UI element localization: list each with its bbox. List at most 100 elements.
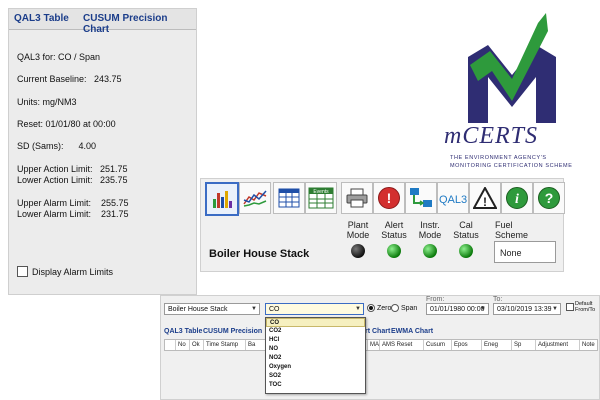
column-header[interactable]: Ba [245, 340, 265, 350]
column-header[interactable]: Sp [511, 340, 535, 350]
display-alarm-limits-checkbox[interactable]: Display Alarm Limits [17, 266, 113, 277]
plant-mode-label: Plant Mode [346, 220, 370, 240]
instr-mode-indicator [423, 244, 437, 258]
printer-icon [346, 188, 368, 208]
column-header[interactable]: MA [367, 340, 379, 350]
mcerts-tagline-1: THE ENVIRONMENT AGENCY'S [450, 155, 547, 161]
qal3-icon: QAL3 [439, 194, 467, 206]
default-label-2: From/To [575, 307, 596, 313]
to-date-field[interactable]: 03/10/2019 13:39 ▼ [493, 303, 561, 315]
events-button[interactable]: Events [305, 182, 337, 214]
dropdown-option[interactable]: NO2 [266, 354, 365, 363]
warning-icon: ! [473, 187, 497, 209]
mcerts-chevron-mark [468, 13, 556, 123]
column-header[interactable]: No [175, 340, 189, 350]
pollutant-select[interactable]: CO ▼ [265, 303, 364, 315]
tab-cusum-precision-chart[interactable]: CUSUM Precision Chart [83, 13, 196, 35]
pollutant-dropdown-list: CO CO2 HCl NO NO2 Oxygen SO2 TOC [265, 317, 366, 394]
span-radio-button[interactable] [391, 304, 399, 312]
column-header[interactable]: Cusum [423, 340, 451, 350]
default-from-to-checkbox[interactable] [566, 303, 574, 311]
fuel-scheme-field[interactable]: None [494, 241, 556, 263]
to-label: To: [493, 296, 503, 303]
print-button[interactable] [341, 182, 373, 214]
instr-mode-label: Instr. Mode [418, 220, 442, 240]
column-header[interactable]: Adjustment [535, 340, 579, 350]
dropdown-option[interactable]: HCl [266, 336, 365, 345]
data-grid-panel: Boiler House Stack ▼ CO ▼ Zero Span From… [160, 295, 600, 400]
tab-qal3-table[interactable]: QAL3 Table [14, 13, 69, 24]
main-toolbar-panel: Events ! QAL3 ! i ? Boiler House Stack P… [200, 178, 565, 272]
info-icon-glyph: i [515, 192, 519, 207]
dropdown-option[interactable]: TOC [266, 381, 365, 390]
alert-status-indicator [387, 244, 401, 258]
help-icon-glyph: ? [545, 190, 554, 206]
table-view-button[interactable] [273, 182, 305, 214]
dropdown-option[interactable]: SO2 [266, 372, 365, 381]
events-icon-label: Events [313, 189, 329, 195]
info-button[interactable]: i [501, 182, 533, 214]
fuel-scheme-label: Fuel Scheme [495, 220, 529, 240]
qal3-icon-label: QAL3 [439, 194, 467, 206]
from-date-value: 01/01/1980 00:00 [430, 306, 485, 313]
grid-tab-strip: QAL3 Table CUSUM Precision rt Chart EWMA… [161, 328, 599, 338]
checkbox-box[interactable] [17, 266, 28, 277]
chevron-down-icon[interactable]: ▼ [551, 305, 559, 313]
warning-icon-glyph: ! [483, 195, 487, 209]
alert-icon-glyph: ! [387, 190, 392, 206]
stack-select[interactable]: Boiler House Stack ▼ [164, 303, 260, 315]
help-button[interactable]: ? [533, 182, 565, 214]
reset-label: Reset: 01/01/80 at 00:00 [17, 119, 116, 129]
network-icon [410, 188, 432, 207]
dropdown-option[interactable]: NO [266, 345, 365, 354]
dropdown-option[interactable]: CO2 [266, 327, 365, 336]
from-label: From: [426, 296, 445, 303]
info-icon: i [506, 187, 528, 209]
checkbox-box[interactable] [566, 303, 574, 311]
column-header[interactable]: Eneg [481, 340, 511, 350]
default-from-to-label: Default From/To [575, 301, 595, 313]
qal3-button[interactable]: QAL3 [437, 182, 469, 214]
chevron-down-icon[interactable]: ▼ [250, 305, 258, 313]
column-header[interactable]: AMS Reset [379, 340, 423, 350]
span-label: Span [400, 304, 418, 312]
chevron-down-icon[interactable]: ▼ [354, 305, 362, 313]
to-date-value: 03/10/2019 13:39 [497, 306, 552, 313]
stack-title: Boiler House Stack [209, 248, 310, 260]
tab-cusum-precision[interactable]: CUSUM Precision [203, 328, 262, 335]
column-header[interactable]: Epos [451, 340, 481, 350]
line-chart-icon [243, 190, 267, 207]
current-baseline: Current Baseline: 243.75 [17, 74, 122, 84]
tab-qal3-table[interactable]: QAL3 Table [164, 328, 202, 335]
units-label: Units: mg/NM3 [17, 97, 77, 107]
column-header[interactable]: Note [579, 340, 597, 350]
span-radio[interactable]: Span [391, 304, 417, 312]
tab-chart[interactable]: rt Chart [365, 328, 390, 335]
warning-button[interactable]: ! [469, 182, 501, 214]
lower-alarm-limit: Lower Alarm Limit: 231.75 [17, 209, 129, 219]
from-date-field[interactable]: 01/01/1980 00:00 ▼ [426, 303, 489, 315]
alert-icon: ! [378, 187, 400, 209]
zero-radio[interactable]: Zero [367, 304, 391, 312]
line-chart-button[interactable] [239, 182, 271, 214]
bar-chart-button[interactable] [205, 182, 239, 216]
tab-ewma-chart[interactable]: EWMA Chart [391, 328, 433, 335]
mcerts-logo: mCERTS THE ENVIRONMENT AGENCY'S MONITORI… [430, 5, 600, 180]
column-header[interactable]: Ok [189, 340, 203, 350]
chevron-down-icon[interactable]: ▼ [479, 305, 487, 313]
mcerts-tagline-2: MONITORING CERTIFICATION SCHEME [450, 163, 573, 169]
qal3-tab-strip: QAL3 Table CUSUM Precision Chart [9, 9, 196, 35]
column-header[interactable]: Time Stamp [203, 340, 245, 350]
zero-radio-button[interactable] [367, 304, 375, 312]
pollutant-select-value: CO [269, 306, 280, 313]
lower-action-limit: Lower Action Limit: 235.75 [17, 175, 128, 185]
display-alarm-limits-label: Display Alarm Limits [32, 266, 114, 277]
grid-header-row: No Ok Time Stamp Ba MA AMS Reset Cusum E… [164, 339, 598, 351]
qal3-for-label: QAL3 for: CO / Span [17, 52, 101, 62]
alert-button[interactable]: ! [373, 182, 405, 214]
dropdown-option[interactable]: Oxygen [266, 363, 365, 372]
network-button[interactable] [405, 182, 437, 214]
bar-chart-icon [213, 191, 232, 208]
table-icon [278, 188, 300, 208]
dropdown-option[interactable]: CO [266, 318, 365, 327]
